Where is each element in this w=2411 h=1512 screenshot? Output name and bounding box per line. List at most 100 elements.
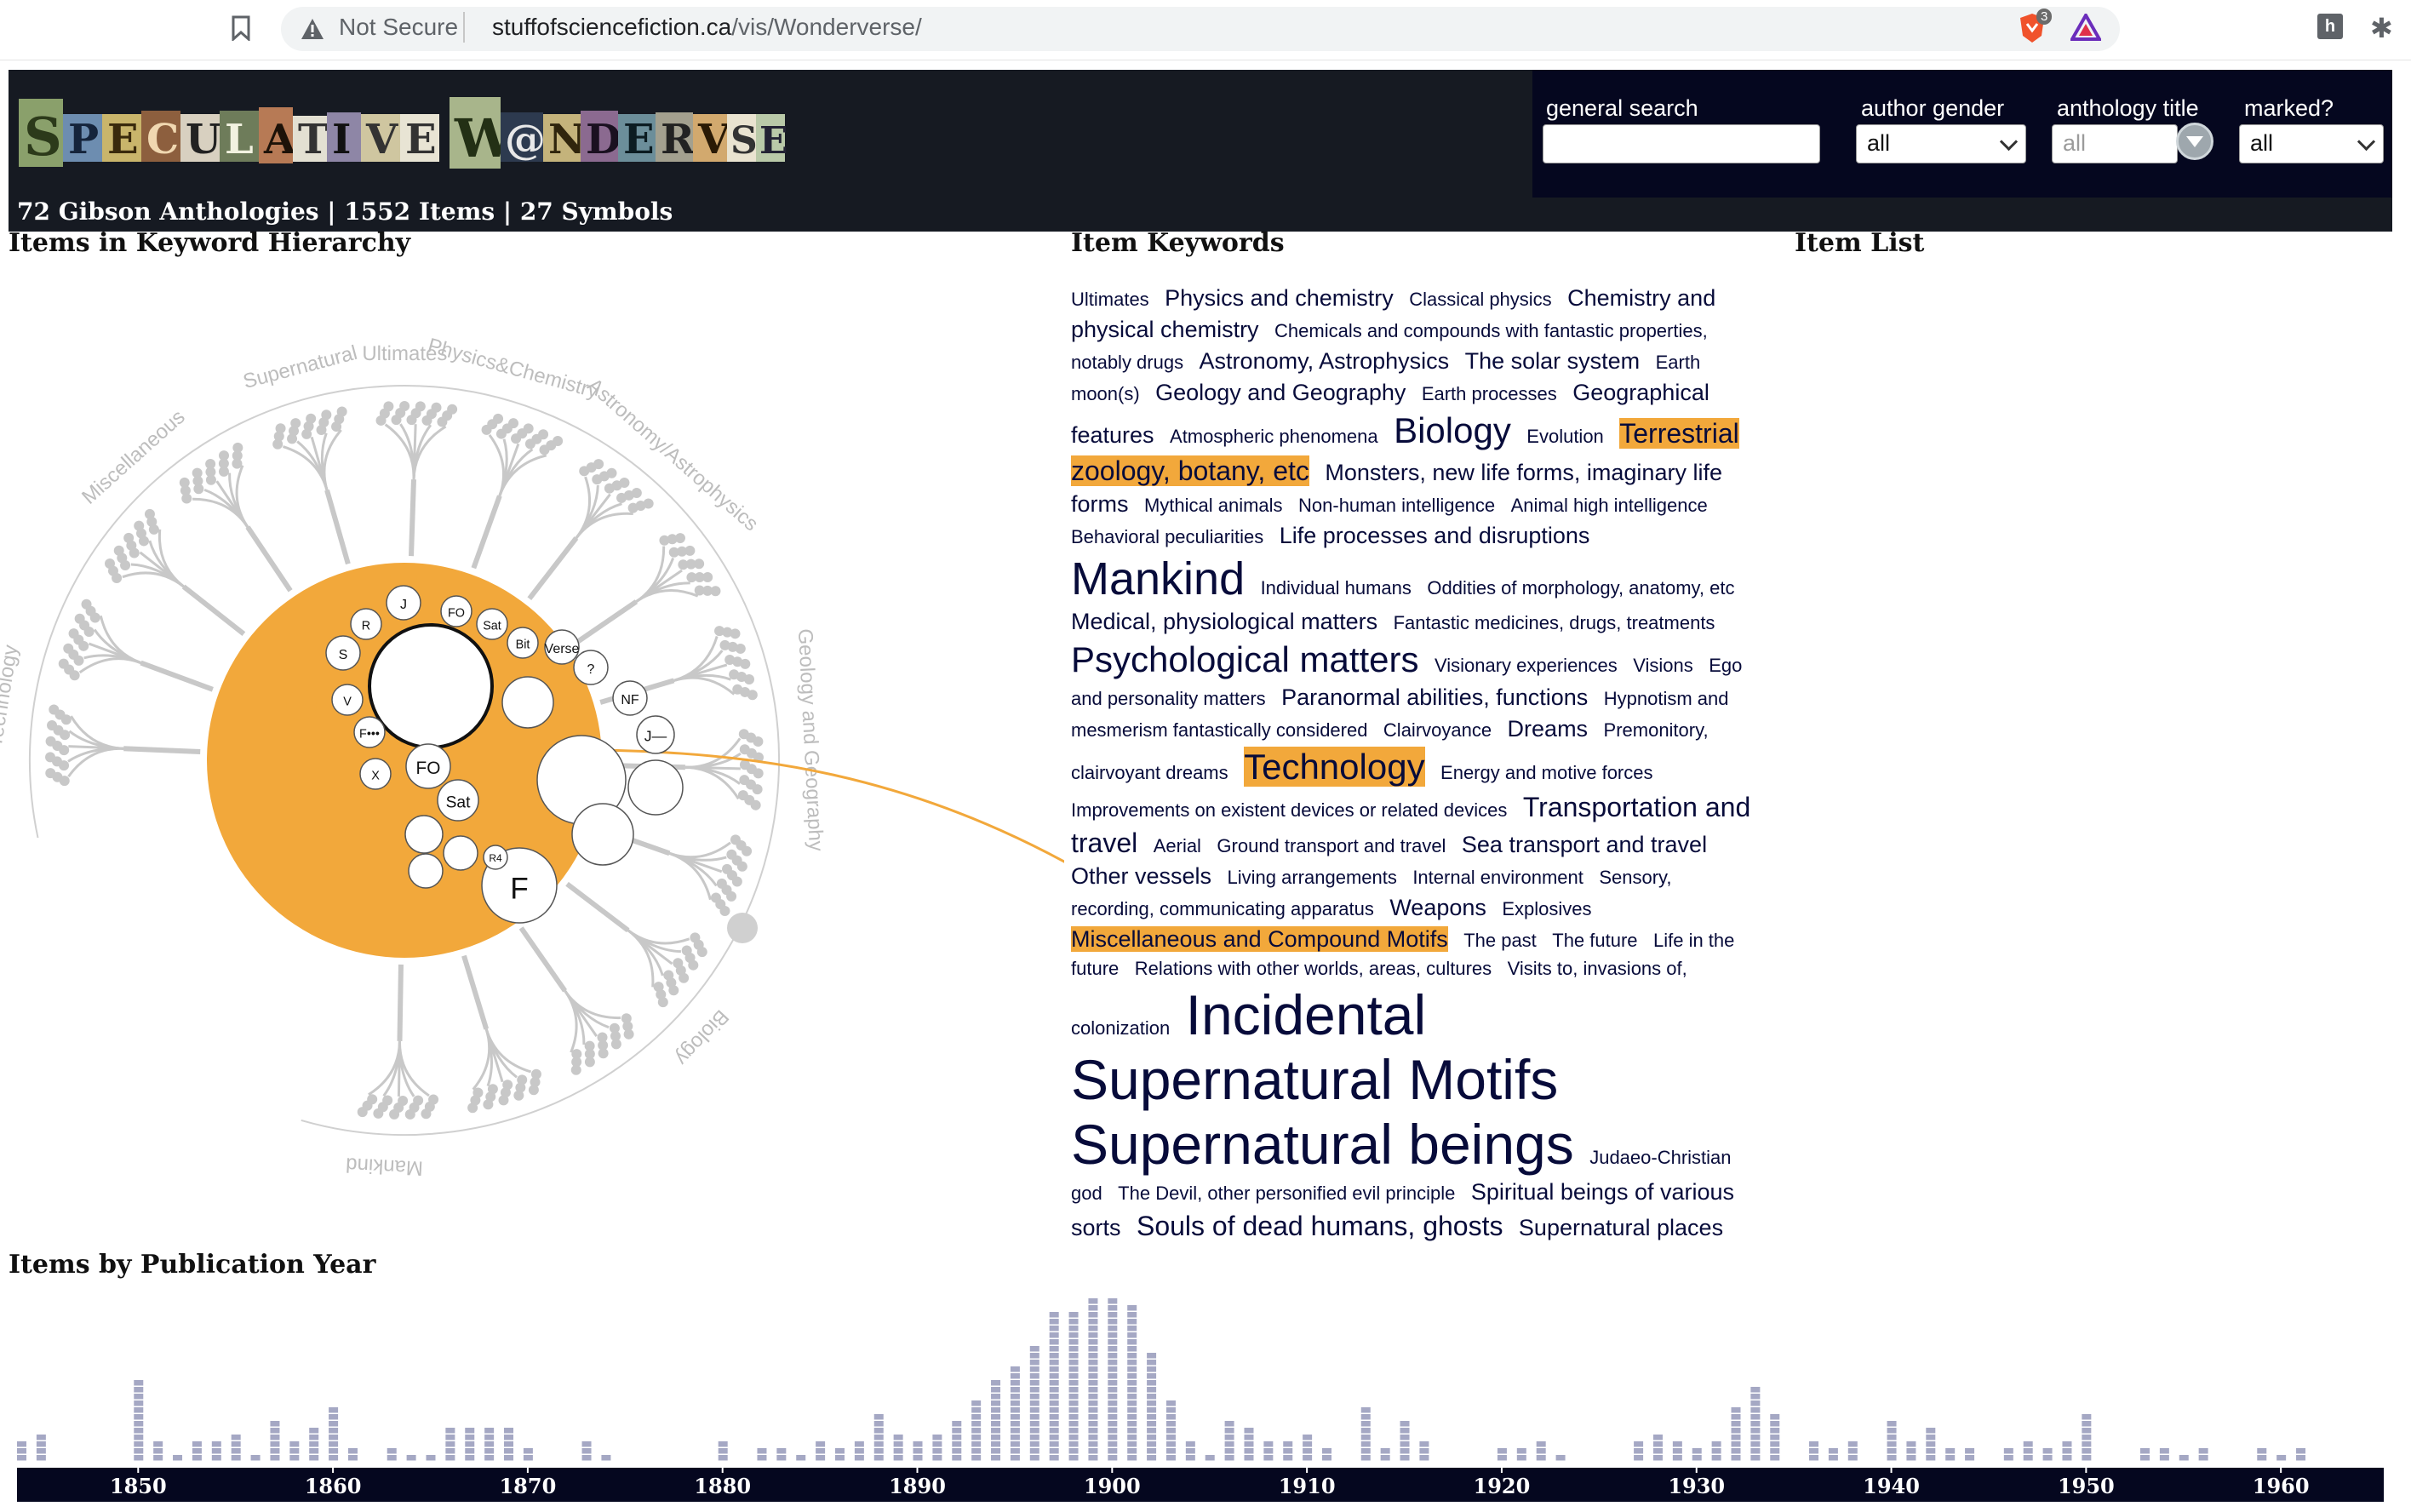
tree-leaf[interactable] (275, 423, 286, 434)
warning-icon[interactable] (300, 17, 325, 41)
year-bar[interactable] (1536, 1441, 1546, 1461)
tree-leaf[interactable] (657, 997, 668, 1008)
year-bar[interactable] (523, 1448, 533, 1461)
keyword-item[interactable]: Animal high intelligence (1511, 495, 1708, 516)
year-bar[interactable] (1360, 1407, 1371, 1461)
anthology-dropdown-button[interactable] (2176, 123, 2213, 160)
keyword-item[interactable]: Energy and motive forces (1440, 762, 1652, 783)
year-bar[interactable] (387, 1448, 397, 1461)
year-bar[interactable] (406, 1455, 416, 1461)
tree-leaf[interactable] (105, 558, 116, 570)
year-bar[interactable] (1419, 1441, 1429, 1461)
tree-leaf[interactable] (752, 784, 763, 795)
tree-leaf[interactable] (623, 1028, 634, 1040)
year-bar[interactable] (2198, 1448, 2208, 1461)
url-text[interactable]: stuffofsciencefiction.ca/vis/Wonderverse… (492, 14, 922, 41)
tree-leaf[interactable] (523, 423, 534, 434)
year-bar[interactable] (36, 1435, 46, 1461)
keyword-item[interactable]: Technology (1244, 747, 1425, 787)
tree-leaf[interactable] (399, 401, 410, 411)
year-bar[interactable] (426, 1455, 436, 1461)
year-bar[interactable] (465, 1428, 475, 1461)
publication-year-chart[interactable]: 1850 1860 1870 1880 1890 1900 1910 1920 1930 1940… (0, 1251, 2411, 1512)
year-bar[interactable] (1244, 1428, 1254, 1461)
year-bar[interactable] (1711, 1441, 1721, 1461)
marked-select[interactable]: all (2239, 124, 2384, 163)
keyword-item[interactable]: Medical, physiological matters (1071, 609, 1377, 634)
keyword-item[interactable]: Individual humans (1261, 577, 1412, 598)
keyword-hierarchy-tree[interactable]: Supernatural UltimatesPhysics&ChemistryAs… (0, 255, 1064, 1251)
keyword-item[interactable]: Magical objects (1396, 1246, 1555, 1250)
tree-leaf[interactable] (47, 720, 58, 731)
general-search-input[interactable] (1543, 124, 1820, 163)
year-bar[interactable] (1750, 1387, 1761, 1461)
keyword-item[interactable]: Evolution (1526, 426, 1604, 447)
year-bar[interactable] (484, 1428, 495, 1461)
bookmark-icon[interactable] (232, 15, 250, 41)
tree-leaf[interactable] (668, 985, 679, 996)
year-bar[interactable] (1555, 1455, 1566, 1461)
year-bar[interactable] (211, 1441, 221, 1461)
year-bar[interactable] (1224, 1421, 1234, 1461)
tree-leaf[interactable] (679, 972, 690, 983)
year-bar[interactable] (173, 1455, 183, 1461)
year-bar[interactable] (1926, 1428, 1936, 1461)
year-bar[interactable] (1634, 1441, 1644, 1461)
tree-leaf[interactable] (383, 401, 394, 412)
tree-leaf[interactable] (702, 572, 713, 583)
tree-leaf[interactable] (421, 1108, 432, 1120)
keyword-item[interactable]: The past (1463, 930, 1537, 951)
tree-leaf[interactable] (144, 508, 155, 519)
year-bar[interactable] (1049, 1312, 1059, 1461)
year-bar[interactable] (270, 1421, 280, 1461)
year-bar[interactable] (2257, 1448, 2267, 1461)
keyword-item[interactable]: Sea transport and travel (1462, 832, 1707, 857)
tree-leaf[interactable] (513, 1090, 524, 1101)
tree-leaf[interactable] (467, 1102, 478, 1114)
year-bar[interactable] (1029, 1346, 1039, 1461)
tree-leaf[interactable] (740, 658, 751, 669)
tree-leaf[interactable] (373, 1108, 384, 1119)
tree-leaf[interactable] (49, 704, 60, 715)
tree-leaf[interactable] (45, 768, 56, 779)
year-bar[interactable] (250, 1455, 261, 1461)
year-bar[interactable] (1205, 1455, 1215, 1461)
keyword-item[interactable]: Psychological matters (1071, 639, 1419, 679)
year-bar[interactable] (1108, 1298, 1118, 1461)
tree-leaf[interactable] (232, 442, 243, 453)
tree-leaf[interactable] (321, 410, 332, 421)
year-bar[interactable] (1303, 1435, 1313, 1461)
year-bar[interactable] (192, 1441, 202, 1461)
author-gender-select[interactable]: all (1856, 124, 2026, 163)
symbol-node[interactable] (404, 815, 444, 854)
keyword-item[interactable]: Explosives (1502, 898, 1591, 919)
year-bar[interactable] (1010, 1366, 1020, 1461)
tree-leaf[interactable] (631, 487, 642, 498)
tree-leaf[interactable] (483, 1099, 494, 1110)
tree-leaf[interactable] (696, 947, 707, 958)
year-bar[interactable] (1731, 1407, 1741, 1461)
tree-leaf[interactable] (736, 861, 747, 872)
keyword-item[interactable]: Geology and Geography (1155, 380, 1406, 405)
year-bar[interactable] (718, 1441, 728, 1461)
keyword-item[interactable]: Atmospheric phenomena (1170, 426, 1378, 447)
year-bar[interactable] (1322, 1448, 1332, 1461)
year-bar[interactable] (2042, 1448, 2053, 1461)
keyword-item[interactable]: The Devil, other personified evil princi… (1118, 1183, 1455, 1204)
tree-leaf[interactable] (528, 1085, 539, 1096)
tree-leaf[interactable] (684, 545, 696, 556)
tree-leaf[interactable] (447, 404, 458, 415)
keyword-item[interactable]: Supernatural places (1519, 1215, 1723, 1240)
year-bar[interactable] (1185, 1441, 1195, 1461)
tree-leaf[interactable] (619, 478, 630, 489)
tree-leaf[interactable] (306, 413, 317, 424)
year-bar[interactable] (796, 1455, 806, 1461)
year-bar[interactable] (329, 1407, 339, 1461)
keyword-item[interactable]: The solar system (1465, 348, 1641, 374)
tree-leaf[interactable] (674, 533, 685, 544)
keyword-item[interactable]: Miscellaneous and Compound Motifs (1071, 926, 1448, 952)
extensions-puzzle-icon[interactable]: ✱ (2370, 12, 2393, 44)
keyword-item[interactable]: Visions (1633, 655, 1693, 676)
symbol-node[interactable] (571, 803, 634, 866)
selected-node[interactable] (286, 690, 317, 720)
